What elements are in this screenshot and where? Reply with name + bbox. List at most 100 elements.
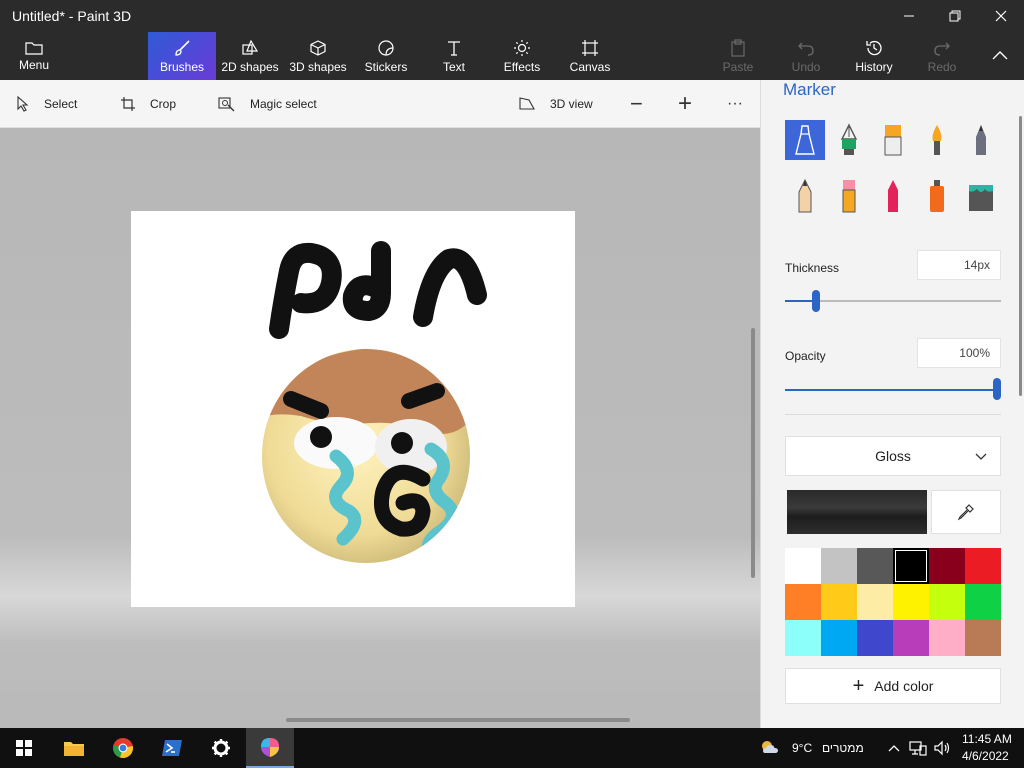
eyedropper-button[interactable] — [931, 490, 1001, 534]
3d-view-button[interactable]: 3D view — [518, 80, 593, 128]
color-swatch[interactable] — [893, 584, 929, 620]
zoom-in-button[interactable]: + — [678, 80, 692, 128]
tab-3d-shapes[interactable]: 3D shapes — [288, 32, 348, 80]
color-swatch[interactable] — [785, 620, 821, 656]
color-swatch[interactable] — [857, 620, 893, 656]
horizontal-scrollbar[interactable] — [286, 718, 630, 722]
cube-icon — [310, 39, 326, 56]
tab-2d-shapes[interactable]: 2D shapes — [220, 32, 280, 80]
watercolor-icon — [932, 125, 942, 155]
plus-icon: + — [852, 675, 865, 697]
start-button[interactable] — [0, 728, 48, 768]
calligraphy-pen-icon — [840, 123, 858, 155]
color-swatch[interactable] — [929, 584, 965, 620]
paste-button[interactable]: Paste — [714, 32, 762, 80]
color-swatch[interactable] — [821, 620, 857, 656]
tab-canvas[interactable]: Canvas — [564, 32, 616, 80]
opacity-slider-thumb[interactable] — [993, 378, 1001, 400]
powershell-icon — [162, 740, 182, 756]
opacity-input[interactable]: 100% — [917, 338, 1001, 368]
restore-button[interactable] — [932, 0, 978, 32]
minimize-button[interactable] — [886, 0, 932, 32]
folder-icon — [25, 41, 43, 55]
paint3d-taskbar-button[interactable] — [246, 728, 294, 768]
finish-dropdown[interactable]: Gloss — [785, 436, 1001, 476]
select-button[interactable]: Select — [16, 80, 77, 128]
clock-time[interactable]: 11:45 AM — [962, 732, 1012, 746]
show-hidden-icons-button[interactable] — [884, 728, 904, 768]
history-button[interactable]: History — [850, 32, 898, 80]
settings-taskbar-button[interactable] — [197, 728, 245, 768]
speaker-icon — [934, 740, 950, 756]
history-label: History — [855, 59, 893, 74]
drawing-canvas[interactable] — [131, 211, 575, 607]
collapse-ribbon-button[interactable] — [984, 32, 1016, 80]
pencil-brush[interactable] — [785, 176, 825, 216]
thickness-input[interactable]: 14px — [917, 250, 1001, 280]
color-swatch[interactable] — [929, 548, 965, 584]
crayon-brush[interactable] — [873, 176, 913, 216]
panel-scrollbar[interactable] — [1019, 116, 1022, 396]
menu-label: Menu — [18, 57, 50, 72]
oil-brush-icon — [884, 125, 902, 156]
finish-value: Gloss — [875, 448, 911, 464]
menu-button[interactable]: Menu — [10, 32, 58, 80]
color-swatch[interactable] — [965, 620, 1001, 656]
color-swatch[interactable] — [857, 584, 893, 620]
spray-can-brush[interactable] — [917, 176, 957, 216]
taskbar: 9°C ממטרים 11:45 AM 4/6/2022 — [0, 728, 1024, 768]
color-swatch[interactable] — [857, 548, 893, 584]
add-color-button[interactable]: + Add color — [785, 668, 1001, 704]
tab-stickers[interactable]: Stickers — [360, 32, 412, 80]
pixel-pen-brush[interactable] — [961, 120, 1001, 160]
color-swatch[interactable] — [929, 620, 965, 656]
tab-effects[interactable]: Effects — [496, 32, 548, 80]
pixel-pen-icon — [976, 125, 986, 155]
vertical-scrollbar[interactable] — [751, 328, 755, 578]
canvas-icon — [582, 39, 598, 56]
powershell-taskbar-button[interactable] — [148, 728, 196, 768]
eraser-brush[interactable] — [829, 176, 869, 216]
select-label: Select — [44, 97, 78, 111]
windows-icon — [16, 740, 32, 756]
3d-view-label: 3D view — [550, 97, 593, 111]
undo-button[interactable]: Undo — [782, 32, 830, 80]
network-button[interactable] — [906, 728, 930, 768]
magic-select-button[interactable]: Magic select — [218, 80, 317, 128]
color-swatch[interactable] — [821, 548, 857, 584]
redo-button[interactable]: Redo — [918, 32, 966, 80]
calligraphy-pen-brush[interactable] — [829, 120, 869, 160]
current-color-preview[interactable] — [787, 490, 927, 534]
workspace[interactable] — [0, 128, 760, 728]
tab-brushes[interactable]: Brushes — [148, 32, 216, 80]
zoom-out-button[interactable]: − — [630, 80, 643, 128]
close-button[interactable] — [978, 0, 1024, 32]
chrome-taskbar-button[interactable] — [99, 728, 147, 768]
color-swatch[interactable] — [893, 620, 929, 656]
fill-bucket-brush[interactable] — [961, 176, 1001, 216]
add-color-label: Add color — [874, 678, 934, 694]
more-options-button[interactable]: ··· — [727, 80, 743, 128]
color-swatch[interactable] — [785, 584, 821, 620]
clock-date[interactable]: 4/6/2022 — [962, 749, 1009, 763]
oil-brush[interactable] — [873, 120, 913, 160]
volume-button[interactable] — [930, 728, 954, 768]
network-icon — [909, 741, 927, 756]
thickness-slider-thumb[interactable] — [812, 290, 820, 312]
magic-select-icon — [218, 97, 235, 112]
crop-icon — [121, 97, 135, 111]
color-swatch[interactable] — [821, 584, 857, 620]
weather-widget[interactable] — [756, 728, 786, 768]
crop-button[interactable]: Crop — [120, 80, 176, 128]
window-title: Untitled* - Paint 3D — [12, 8, 132, 24]
color-swatch[interactable] — [965, 548, 1001, 584]
eyedropper-icon — [957, 504, 974, 521]
history-icon — [866, 40, 882, 55]
watercolor-brush[interactable] — [917, 120, 957, 160]
file-explorer-taskbar-button[interactable] — [50, 728, 98, 768]
color-swatch[interactable] — [893, 548, 929, 584]
color-swatch[interactable] — [965, 584, 1001, 620]
tab-text[interactable]: Text — [428, 32, 480, 80]
color-swatch[interactable] — [785, 548, 821, 584]
marker-brush[interactable] — [785, 120, 825, 160]
